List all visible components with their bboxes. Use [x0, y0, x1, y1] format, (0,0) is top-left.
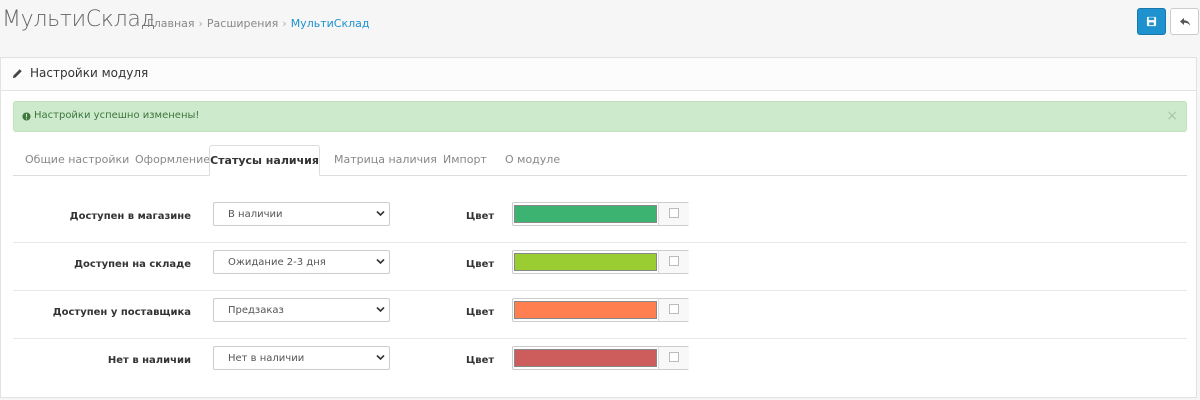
- status-label: Доступен на складе: [74, 259, 191, 270]
- exclamation-circle-icon: [22, 112, 31, 121]
- success-alert: Настройки успешно изменены! ×: [13, 101, 1187, 132]
- color-picker[interactable]: [512, 298, 689, 322]
- color-picker[interactable]: [512, 202, 689, 226]
- color-label: Цвет: [466, 307, 495, 318]
- tab-general[interactable]: Общие настройки: [25, 145, 129, 175]
- status-row-warehouse: Доступен на складе Ожидание 2-3 дня Цвет: [13, 242, 1187, 291]
- color-picker-addon[interactable]: [658, 299, 689, 321]
- status-select-value: Ожидание 2-3 дня: [228, 257, 326, 268]
- breadcrumb-separator: ›: [282, 17, 287, 30]
- status-select-value: Нет в наличии: [228, 353, 305, 364]
- reply-icon: [1179, 17, 1190, 26]
- color-addon-square-icon: [669, 208, 679, 218]
- breadcrumb-extensions[interactable]: Расширения: [207, 17, 278, 30]
- status-select[interactable]: Предзаказ: [213, 298, 390, 322]
- panel-heading: Настройки модуля: [1, 58, 1196, 91]
- status-row-store: Доступен в магазине В наличии Цвет: [13, 194, 1187, 243]
- color-label: Цвет: [466, 211, 495, 222]
- page-title: МультиСклад: [2, 7, 156, 32]
- status-select-value: Предзаказ: [228, 305, 284, 316]
- chevron-down-icon: [376, 210, 385, 217]
- color-swatch[interactable]: [514, 301, 657, 319]
- chevron-down-icon: [376, 354, 385, 361]
- pencil-icon: [12, 69, 22, 79]
- breadcrumb-separator: ›: [198, 17, 203, 30]
- back-button[interactable]: [1170, 8, 1199, 35]
- page-header: МультиСклад Главная › Расширения › МультиСкл…: [0, 0, 1200, 46]
- color-addon-square-icon: [669, 352, 679, 362]
- color-picker-addon[interactable]: [658, 347, 689, 369]
- breadcrumb-home[interactable]: Главная: [147, 17, 195, 30]
- color-picker[interactable]: [512, 346, 689, 370]
- breadcrumb-current[interactable]: МультиСклад: [291, 17, 370, 30]
- alert-close-button[interactable]: ×: [1166, 108, 1178, 124]
- settings-tabs: Общие настройки Оформление Статусы налич…: [13, 145, 1187, 176]
- color-picker[interactable]: [512, 250, 689, 274]
- status-row-out-of-stock: Нет в наличии Нет в наличии Цвет: [13, 338, 1187, 386]
- tab-design[interactable]: Оформление: [135, 145, 210, 175]
- module-settings-panel: Настройки модуля Настройки успешно измен…: [0, 57, 1197, 398]
- tab-stock-matrix[interactable]: Матрица наличия: [334, 145, 437, 175]
- save-button[interactable]: [1137, 8, 1166, 35]
- color-addon-square-icon: [669, 304, 679, 314]
- status-select-value: В наличии: [228, 209, 283, 220]
- color-picker-addon[interactable]: [658, 203, 689, 225]
- color-swatch[interactable]: [514, 205, 657, 223]
- breadcrumb: Главная › Расширения › МультиСклад: [147, 17, 369, 30]
- tab-about[interactable]: О модуле: [505, 145, 560, 175]
- status-select[interactable]: В наличии: [213, 202, 390, 226]
- color-addon-square-icon: [669, 256, 679, 266]
- status-select[interactable]: Ожидание 2-3 дня: [213, 250, 390, 274]
- color-label: Цвет: [466, 355, 495, 366]
- status-label: Нет в наличии: [107, 355, 191, 366]
- color-swatch[interactable]: [514, 253, 657, 271]
- color-swatch[interactable]: [514, 349, 657, 367]
- panel-title: Настройки модуля: [30, 66, 149, 80]
- tab-import[interactable]: Импорт: [443, 145, 487, 175]
- status-label: Доступен у поставщика: [52, 307, 191, 318]
- status-row-supplier: Доступен у поставщика Предзаказ Цвет: [13, 290, 1187, 339]
- chevron-down-icon: [376, 306, 385, 313]
- color-label: Цвет: [466, 259, 495, 270]
- status-select[interactable]: Нет в наличии: [213, 346, 390, 370]
- chevron-down-icon: [376, 258, 385, 265]
- alert-message: Настройки успешно изменены!: [34, 110, 200, 121]
- save-icon: [1146, 16, 1157, 27]
- color-picker-addon[interactable]: [658, 251, 689, 273]
- tab-stock-statuses[interactable]: Статусы наличия: [209, 145, 320, 176]
- status-label: Доступен в магазине: [69, 211, 191, 222]
